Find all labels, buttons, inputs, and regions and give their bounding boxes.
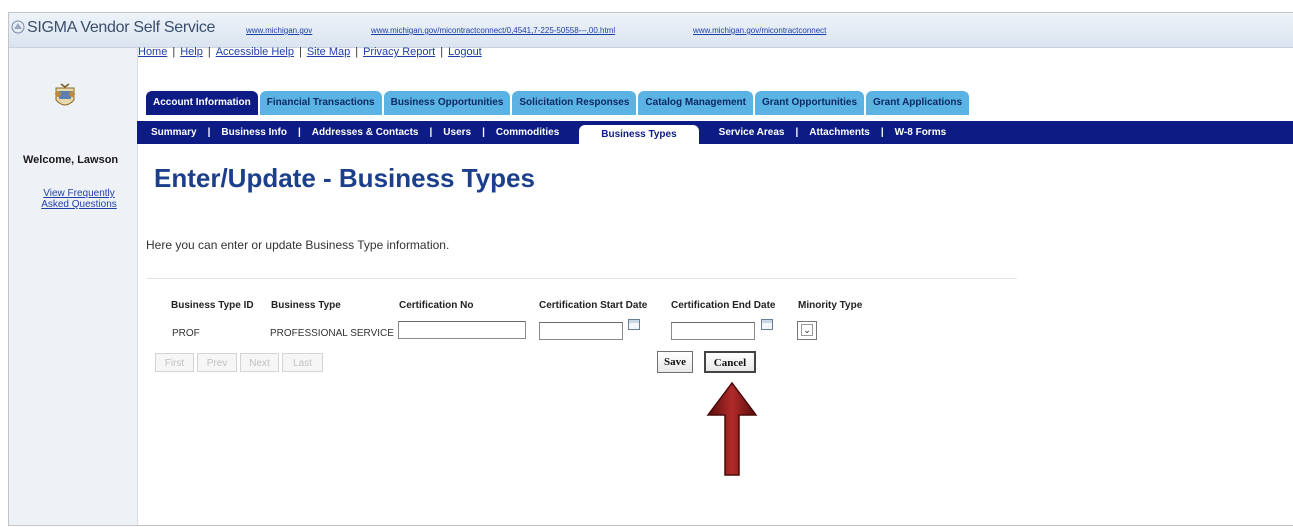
minority-type-select[interactable]: ⌄ <box>797 321 817 340</box>
nav-separator: | <box>429 127 433 138</box>
tab-grant-applications[interactable]: Grant Applications <box>866 91 970 115</box>
header-certification-start-date: Certification Start Date <box>539 300 648 311</box>
subtab-users[interactable]: Users <box>441 127 473 138</box>
header-minority-type: Minority Type <box>798 300 863 311</box>
subtab-business-info[interactable]: Business Info <box>219 127 289 138</box>
welcome-text: Welcome, Lawson <box>23 154 119 166</box>
last-button[interactable]: Last <box>282 353 323 372</box>
app-brand: SIGMA Vendor Self Service <box>11 19 215 37</box>
calendar-icon[interactable] <box>628 319 640 330</box>
header-business-type-id: Business Type ID <box>171 300 254 311</box>
primary-tabs: Account Information Financial Transactio… <box>146 91 971 115</box>
app-title: SIGMA Vendor Self Service <box>27 19 216 36</box>
site-map-link[interactable]: Site Map <box>307 46 350 58</box>
home-link[interactable]: Home <box>138 46 167 58</box>
header-certification-end-date: Certification End Date <box>671 300 776 311</box>
faq-link[interactable]: View Frequently Asked Questions <box>39 188 119 210</box>
up-arrow-annotation-icon <box>706 381 758 476</box>
help-link[interactable]: Help <box>180 46 203 58</box>
tab-grant-opportunities[interactable]: Grant Opportunities <box>755 91 864 115</box>
first-button[interactable]: First <box>155 353 194 372</box>
header-business-type: Business Type <box>271 300 341 311</box>
browser-frame: SIGMA Vendor Self Service www.michigan.g… <box>8 12 1293 526</box>
tab-solicitation-responses[interactable]: Solicitation Responses <box>512 91 637 115</box>
subtab-attachments[interactable]: Attachments <box>807 127 872 138</box>
top-link-micontractconnect[interactable]: www.michigan.gov/micontractconnect <box>693 26 826 35</box>
subtab-addresses-contacts[interactable]: Addresses & Contacts <box>310 127 421 138</box>
page-intro: Here you can enter or update Business Ty… <box>146 238 450 252</box>
tab-financial-transactions[interactable]: Financial Transactions <box>259 91 382 115</box>
state-seal-icon <box>55 83 75 106</box>
page-title: Enter/Update - Business Types <box>154 163 535 193</box>
certification-no-input[interactable] <box>398 321 526 339</box>
save-button[interactable]: Save <box>657 351 693 373</box>
tab-account-information[interactable]: Account Information <box>146 91 258 115</box>
nav-separator: | <box>880 127 884 138</box>
certification-end-date-input[interactable] <box>671 322 755 340</box>
nav-separator: | <box>482 127 485 138</box>
prev-button[interactable]: Prev <box>197 353 237 372</box>
tab-catalog-management[interactable]: Catalog Management <box>638 91 753 115</box>
nav-separator: | <box>297 127 301 138</box>
logout-link[interactable]: Logout <box>448 46 482 58</box>
secondary-nav: Summary | Business Info | Addresses & Cont… <box>137 121 1293 144</box>
nav-separator: | <box>795 127 799 138</box>
cell-business-type-id: PROF <box>172 328 200 339</box>
certification-start-date-input[interactable] <box>539 322 623 340</box>
header-bar: SIGMA Vendor Self Service www.michigan.g… <box>9 13 1293 48</box>
subtab-w8-forms[interactable]: W-8 Forms <box>893 127 948 138</box>
tab-business-opportunities[interactable]: Business Opportunities <box>383 91 511 115</box>
nav-separator: | <box>207 127 211 138</box>
top-link-micontractconnect-page[interactable]: www.michigan.gov/micontractconnect/0,454… <box>371 26 615 35</box>
chevron-down-icon: ⌄ <box>801 324 813 336</box>
subtab-service-areas[interactable]: Service Areas <box>717 127 787 138</box>
header-certification-no: Certification No <box>399 300 474 311</box>
subtab-business-types[interactable]: Business Types <box>579 125 699 144</box>
subtab-commodities[interactable]: Commodities <box>494 127 561 138</box>
michigan-logo-icon <box>11 20 25 34</box>
divider <box>147 278 1017 279</box>
calendar-icon[interactable] <box>761 319 773 330</box>
cell-business-type: PROFESSIONAL SERVICE <box>270 328 394 339</box>
secondary-nav-items: Summary | Business Info | Addresses & Cont… <box>149 121 948 144</box>
top-link-michigan-gov[interactable]: www.michigan.gov <box>246 26 312 35</box>
left-sidebar: Welcome, Lawson View Frequently Asked Qu… <box>9 48 138 525</box>
cancel-button[interactable]: Cancel <box>704 351 756 373</box>
next-button[interactable]: Next <box>240 353 279 372</box>
accessible-help-link[interactable]: Accessible Help <box>216 46 294 58</box>
subtab-summary[interactable]: Summary <box>149 127 199 138</box>
privacy-report-link[interactable]: Privacy Report <box>363 46 435 58</box>
utility-links: Home | Help | Accessible Help | Site Map | Priva… <box>138 46 482 58</box>
